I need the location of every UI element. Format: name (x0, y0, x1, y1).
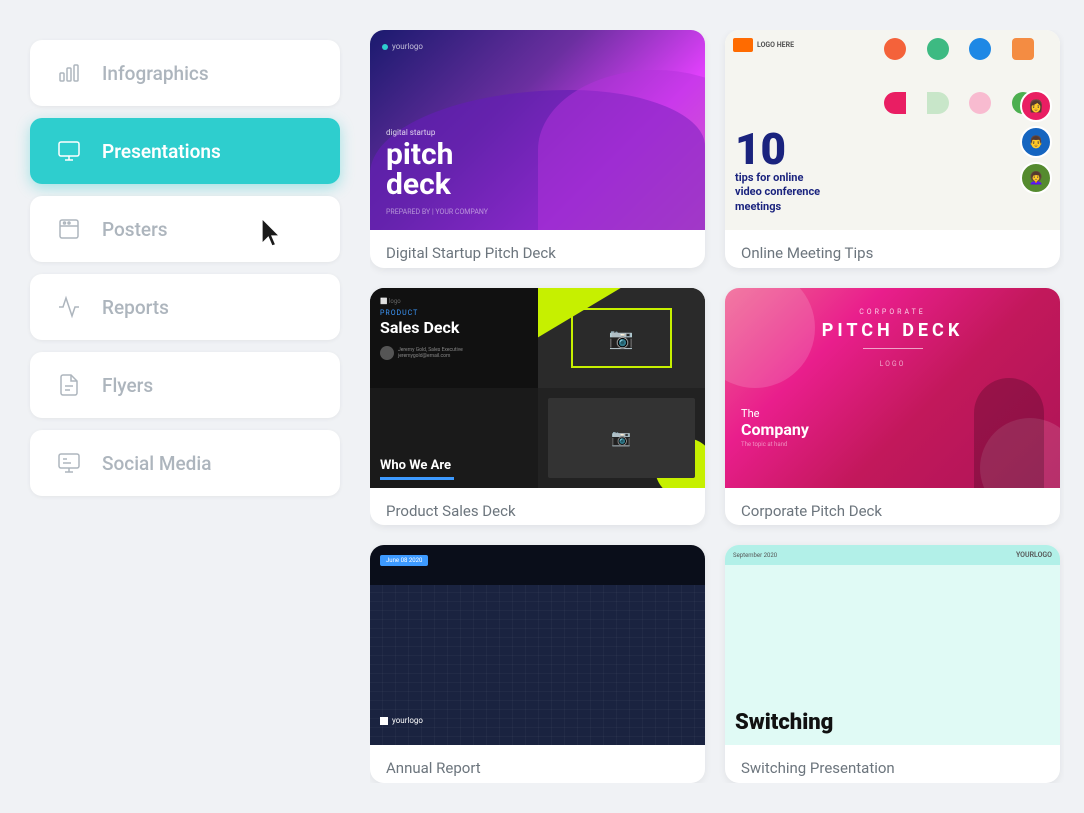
sidebar-item-infographics[interactable]: Infographics (30, 40, 340, 106)
template-grid: yourlogo digital startup pitchdeck PREPA… (370, 30, 1064, 783)
thumbnail-digital-startup: yourlogo digital startup pitchdeck PREPA… (370, 30, 705, 230)
sidebar-item-infographics-label: Infographics (102, 62, 209, 85)
card-label-corporate-pitch: Corporate Pitch Deck (725, 488, 1060, 526)
template-card-online-meeting[interactable]: LOGO HERE 👩 👨 (725, 30, 1060, 268)
template-card-corporate-pitch[interactable]: CORPORATE PITCH DECK LOGO The Company Th… (725, 288, 1060, 526)
thumbnail-online-meeting: LOGO HERE 👩 👨 (725, 30, 1060, 230)
main-layout: Infographics Presentations (0, 0, 1084, 813)
sidebar-item-flyers-label: Flyers (102, 374, 153, 397)
flyers-icon (54, 370, 84, 400)
thumbnail-corporate-pitch: CORPORATE PITCH DECK LOGO The Company Th… (725, 288, 1060, 488)
sidebar-item-reports-label: Reports (102, 296, 169, 319)
template-card-building[interactable]: June 08 2020 yourlogo Annual Report (370, 545, 705, 783)
sidebar-item-presentations[interactable]: Presentations (30, 118, 340, 184)
card-label-online-meeting: Online Meeting Tips (725, 230, 1060, 268)
sidebar-item-reports[interactable]: Reports (30, 274, 340, 340)
card-label-building: Annual Report (370, 745, 705, 783)
card-label-digital-startup: Digital Startup Pitch Deck (370, 230, 705, 268)
thumbnail-product-sales: ⬜ logo PRODUCT Sales Deck Jeremy Gold, S… (370, 288, 705, 488)
template-card-digital-startup[interactable]: yourlogo digital startup pitchdeck PREPA… (370, 30, 705, 268)
template-card-switching[interactable]: September 2020 YOURLOGO Switching Switch… (725, 545, 1060, 783)
reports-icon (54, 292, 84, 322)
thumbnail-switching: September 2020 YOURLOGO Switching (725, 545, 1060, 745)
bar-chart-icon (54, 58, 84, 88)
poster-icon (54, 214, 84, 244)
thumbnail-building: June 08 2020 yourlogo (370, 545, 705, 745)
sidebar-item-posters-label: Posters (102, 218, 168, 241)
sidebar-item-social-media[interactable]: Social Media (30, 430, 340, 496)
template-card-product-sales[interactable]: ⬜ logo PRODUCT Sales Deck Jeremy Gold, S… (370, 288, 705, 526)
presentation-icon (54, 136, 84, 166)
sidebar-item-social-media-label: Social Media (102, 452, 211, 475)
sidebar-item-flyers[interactable]: Flyers (30, 352, 340, 418)
sidebar-item-posters[interactable]: Posters (30, 196, 340, 262)
sidebar: Infographics Presentations (30, 30, 340, 783)
social-icon (54, 448, 84, 478)
card-label-product-sales: Product Sales Deck (370, 488, 705, 526)
sidebar-item-presentations-label: Presentations (102, 140, 221, 163)
card-label-switching: Switching Presentation (725, 745, 1060, 783)
